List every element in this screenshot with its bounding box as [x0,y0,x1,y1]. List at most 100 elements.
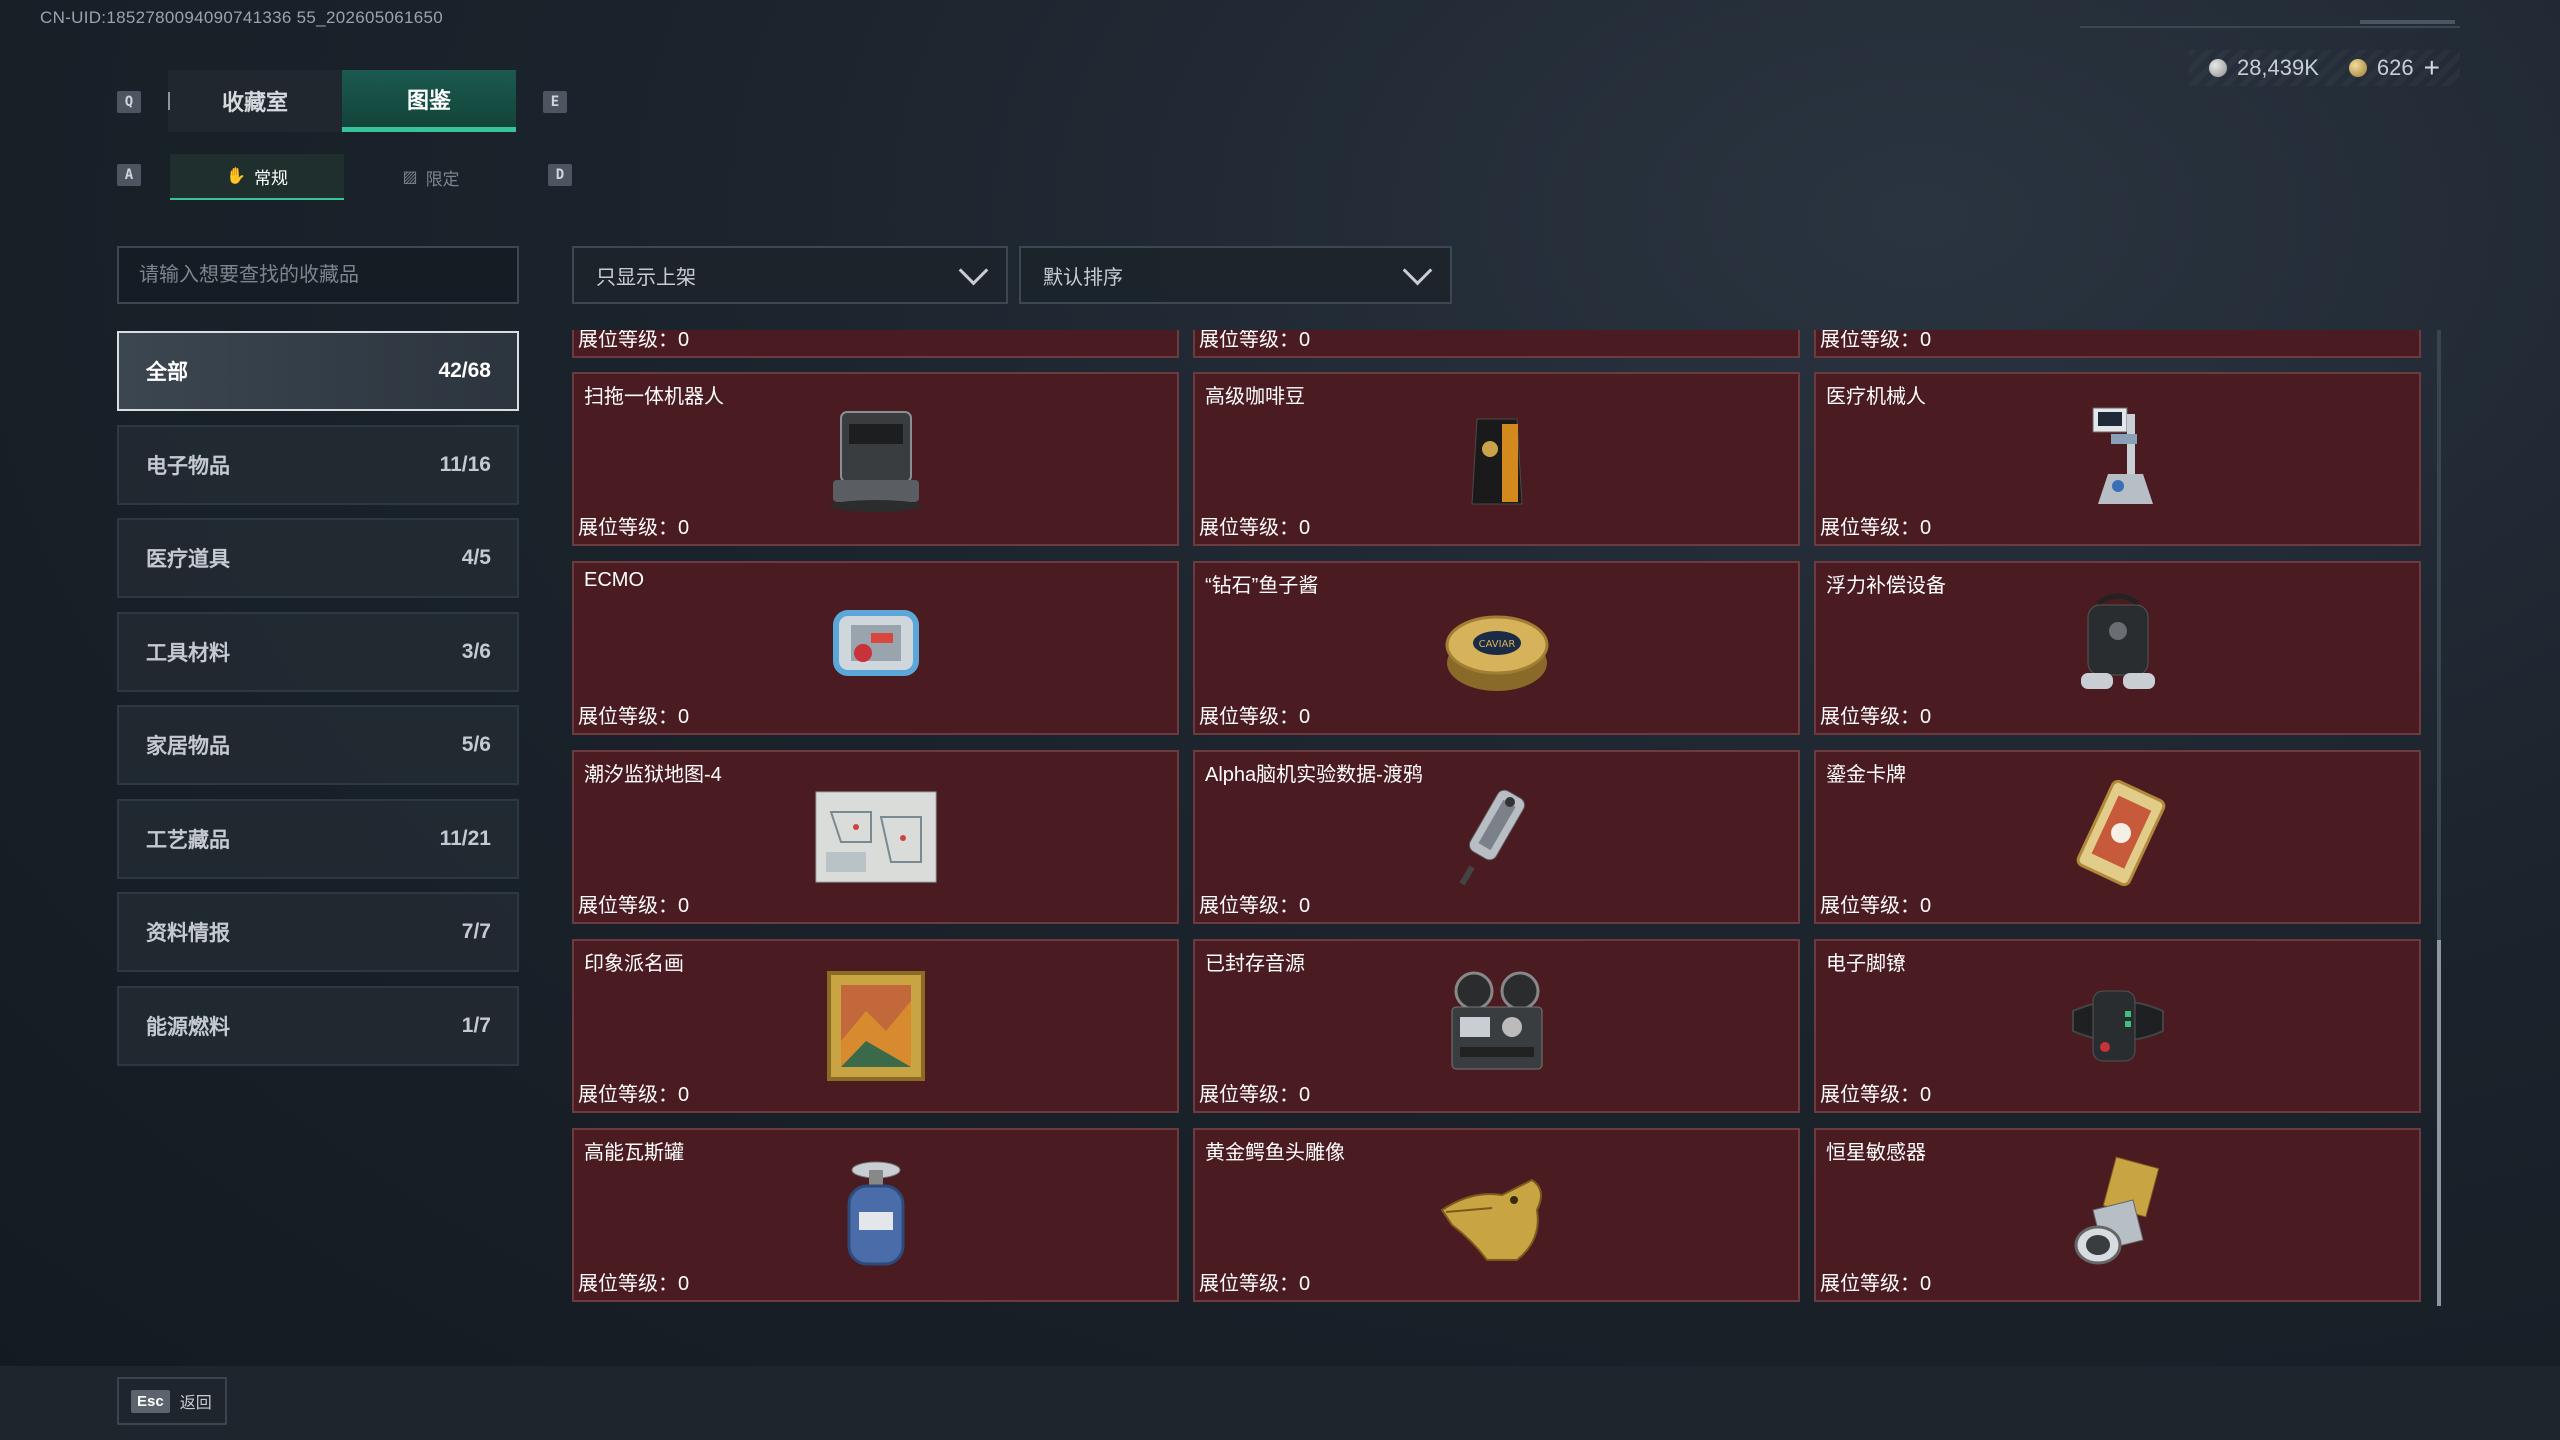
category-label: 工具材料 [146,641,230,665]
level-label: 展位等级： [1199,706,1299,728]
collection-card-partial[interactable]: 展位等级：0 [1193,330,1800,358]
tab-limited[interactable]: ▨ 限定 [344,154,518,200]
tab-label: 收藏室 [221,90,288,115]
tab-label: 常规 [253,168,288,188]
collection-card[interactable]: 电子脚镣 展位等级：0 [1814,939,2421,1113]
silver-currency: 28,439K [2208,55,2319,81]
hand-icon: ✋ [226,168,246,185]
collection-card[interactable]: 浮力补偿设备 展位等级：0 [1814,561,2421,735]
card-level: 展位等级：0 [578,889,689,918]
sub-tabs: ✋ 常规 ▨ 限定 [170,154,518,200]
dropdown-value: 默认排序 [1043,266,1123,289]
card-level: 展位等级：0 [1820,330,1931,352]
category-item[interactable]: 电子物品 11/16 [117,424,519,505]
card-name: 印象派名画 [584,953,684,975]
level-label: 展位等级： [1820,895,1920,917]
decorative-line [2080,26,2460,28]
card-level: 展位等级：0 [578,700,689,729]
level-label: 展位等级： [578,1273,678,1295]
level-value: 0 [1299,517,1311,539]
collection-card[interactable]: 扫拖一体机器人 展位等级：0 [572,372,1179,546]
category-item[interactable]: 工具材料 3/6 [117,611,519,692]
category-count: 7/7 [461,920,491,943]
card-name: 电子脚镣 [1826,953,1906,975]
chevron-down-icon [1402,255,1433,285]
collection-card[interactable]: 潮汐监狱地图-4 展位等级：0 [572,750,1179,924]
level-label: 展位等级： [1820,706,1920,728]
tab-collection-room[interactable]: 收藏室 [168,70,342,132]
main-tabs: 收藏室 图鉴 [168,70,516,132]
collection-card-partial[interactable]: 展位等级：0 [572,330,1179,358]
level-value: 0 [678,706,690,728]
tab-separator [168,92,170,110]
gold-coin-icon [2348,59,2367,77]
collection-card[interactable]: 鎏金卡牌 展位等级：0 [1814,750,2421,924]
coffee-bag-icon [1427,389,1567,529]
back-label: 返回 [179,1395,212,1412]
card-name: 潮汐监狱地图-4 [584,764,722,786]
category-item[interactable]: 工艺藏品 11/21 [117,798,519,879]
painting-icon [806,956,946,1096]
level-value: 0 [1920,1084,1932,1106]
collection-card[interactable]: 恒星敏感器 展位等级：0 [1814,1128,2421,1302]
scrollbar-thumb[interactable] [2437,940,2441,1306]
back-button[interactable]: Esc 返回 [117,1377,227,1425]
prison-map-icon [806,767,946,907]
category-count: 11/21 [439,826,491,850]
category-item[interactable]: 医疗道具 4/5 [117,518,519,598]
card-name: 鎏金卡牌 [1826,764,1906,786]
card-name: 已封存音源 [1205,953,1305,975]
category-item[interactable]: 家居物品 5/6 [117,705,519,785]
currency-bar: 28,439K 626 + [2188,50,2460,86]
level-value: 0 [1920,706,1932,728]
level-label: 展位等级： [1199,1273,1299,1295]
category-label: 电子物品 [146,454,230,478]
card-level: 展位等级：0 [1199,511,1310,540]
tab-codex[interactable]: 图鉴 [342,70,516,132]
collection-card[interactable]: 高级咖啡豆 展位等级：0 [1193,372,1800,546]
gold-currency: 626 + [2348,52,2440,84]
card-level: 展位等级：0 [1820,700,1931,729]
key-hint-e: E [543,91,567,113]
category-count: 5/6 [461,733,491,756]
level-label: 展位等级： [578,330,678,351]
collection-card[interactable]: Alpha脑机实验数据-渡鸦 展位等级：0 [1193,750,1800,924]
level-value: 0 [1299,895,1311,917]
collection-card[interactable]: 黄金鳄鱼头雕像 展位等级：0 [1193,1128,1800,1302]
level-label: 展位等级： [1199,895,1299,917]
display-filter-dropdown[interactable]: 只显示上架 [572,246,1008,304]
level-label: 展位等级： [578,895,678,917]
level-value: 0 [678,1084,690,1106]
collection-card[interactable]: 医疗机械人展位等级：0 [1814,372,2421,546]
ankle-monitor-icon [2048,956,2188,1096]
category-item[interactable]: 全部 42/68 [117,331,519,411]
robot-vacuum-icon [806,389,946,529]
collection-grid: 展位等级：0 展位等级：0 展位等级：0 扫拖一体机器人 展位等级：0 高级咖啡豆 展位等级… [572,330,2424,1304]
tab-regular[interactable]: ✋ 常规 [170,154,344,200]
search-input[interactable] [117,246,519,304]
category-label: 工艺藏品 [146,828,230,852]
card-name: 高能瓦斯罐 [584,1142,684,1164]
level-value: 0 [678,330,690,351]
collection-card[interactable]: 印象派名画 展位等级：0 [572,939,1179,1113]
card-level: 展位等级：0 [578,1267,689,1296]
category-item[interactable]: 能源燃料 1/7 [117,985,519,1066]
collection-card[interactable]: ECMO 展位等级：0 [572,561,1179,735]
collection-card-partial[interactable]: 展位等级：0 [1814,330,2421,358]
level-label: 展位等级： [1820,517,1920,539]
sort-dropdown[interactable]: 默认排序 [1019,246,1452,304]
gold-crocodile-icon [1427,1145,1567,1285]
category-item[interactable]: 资料情报 7/7 [117,892,519,972]
collection-card[interactable]: 已封存音源 展位等级：0 [1193,939,1800,1113]
level-label: 展位等级： [1199,1084,1299,1106]
level-label: 展位等级： [578,517,678,539]
level-label: 展位等级： [578,706,678,728]
card-level: 展位等级：0 [1820,511,1931,540]
esc-key-hint: Esc [131,1389,170,1413]
bottom-bar [0,1366,2560,1440]
level-value: 0 [678,895,690,917]
collection-card[interactable]: 高能瓦斯罐展位等级：0 [572,1128,1179,1302]
collection-card[interactable]: “钻石”鱼子酱 CAVIAR 展位等级：0 [1193,561,1800,735]
add-currency-button[interactable]: + [2424,52,2440,84]
card-name: 医疗机械人 [1826,386,1926,408]
